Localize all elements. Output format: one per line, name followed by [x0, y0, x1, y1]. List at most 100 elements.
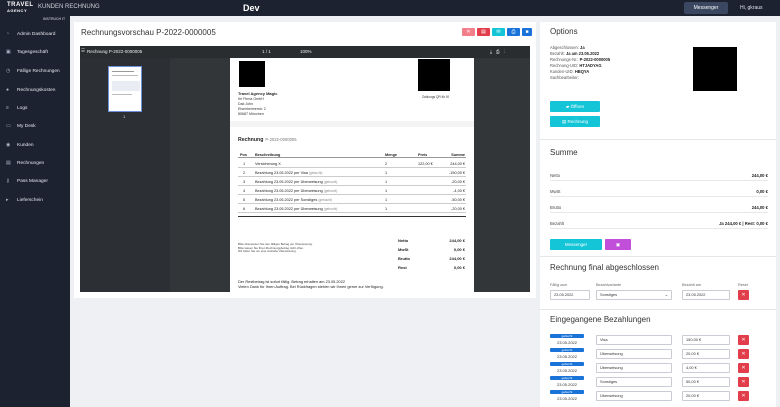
sidebar-item-tagesgeschaeft[interactable]: ▣ Tagesgeschäft: [0, 45, 70, 59]
print-icon: ⎙: [511, 29, 516, 35]
delete-payment-button[interactable]: ✕: [738, 377, 749, 387]
total-netto: Netto 244,00 €: [398, 238, 465, 243]
payments-title: Eingegangene Bezahlungen: [550, 315, 651, 324]
pdf-button[interactable]: ▤: [477, 28, 490, 36]
delete-payment-button[interactable]: ✕: [738, 349, 749, 359]
invoice-document: Zahlungs QR für IK Travel Agency Magic I…: [230, 58, 474, 292]
delete-payment-button[interactable]: ✕: [738, 335, 749, 345]
invoice-button[interactable]: ▤ Rechnung: [550, 116, 600, 127]
total-rest: Rest 0,00 €: [398, 265, 465, 270]
reset-label: Reset: [738, 283, 748, 287]
payment-date: 23.05.2022: [556, 368, 578, 373]
address-line: Dak John: [238, 102, 254, 106]
sidebar-item-kunden[interactable]: ◉ Kunden: [0, 138, 70, 152]
payment-amount-field[interactable]: 20,00 €: [682, 349, 730, 359]
page-thumbnail[interactable]: [108, 66, 142, 112]
open-button[interactable]: ▰ Öffnen: [550, 101, 600, 112]
payment-method-field[interactable]: Überweisung: [596, 349, 672, 359]
variant-label: Bezahlvariante: [596, 283, 622, 287]
close-icon: ✕: [741, 393, 746, 399]
pdf-thumbnails: 1: [80, 58, 170, 292]
payment-amount-field[interactable]: 150,00 €: [682, 335, 730, 345]
sidebar-item-my-desk[interactable]: ▭ My Desk: [0, 119, 70, 133]
gauge-icon: ◔: [6, 30, 10, 37]
status-badge: gebucht: [550, 390, 584, 394]
delete-payment-button[interactable]: ✕: [738, 391, 749, 401]
close-icon: ✕: [741, 292, 746, 298]
close-icon: ✕: [741, 351, 746, 357]
address-line: 80687 München: [238, 112, 264, 116]
paid-date-label: Bezahlt am: [682, 283, 701, 287]
payment-method-field[interactable]: Visa: [596, 335, 672, 345]
sidebar-item-admin-dashboard[interactable]: ◔ Admin Dashboard: [0, 27, 70, 41]
options-title: Options: [550, 27, 578, 36]
payment-variant-select[interactable]: Sonstiges ⌄: [596, 290, 672, 300]
items-table-header: Pos Beschreibung Menge Preis Summe: [238, 153, 466, 158]
save-button[interactable]: ■: [522, 28, 532, 36]
close-icon: ✕: [741, 337, 746, 343]
payment-amount-field[interactable]: 4,00 €: [682, 363, 730, 373]
print-icon[interactable]: ⎙: [496, 49, 504, 54]
print-button[interactable]: ⎙: [507, 28, 520, 36]
reset-button[interactable]: ✕: [738, 290, 749, 300]
messenger-button[interactable]: Messenger: [550, 239, 602, 250]
payment-method-field[interactable]: Überweisung: [596, 391, 672, 401]
truck-icon: ▸: [6, 196, 9, 203]
sidebar-item-lieferschein[interactable]: ▸ Lieferschein: [0, 193, 70, 207]
sidebar-item-rechnungskosten[interactable]: ● Rechnungskosten: [0, 83, 70, 97]
delete-button[interactable]: ✕: [462, 28, 475, 36]
list-icon: ≡: [6, 104, 9, 111]
save-icon: ■: [525, 29, 529, 35]
payment-amount-field[interactable]: 20,00 €: [682, 391, 730, 401]
info-closed: Abgeschlossen: Ja: [550, 45, 585, 50]
pdf-viewer[interactable]: ☰ Rechnung P-2022-0000005 1 / 1 100% ⤓⎙⋮…: [80, 46, 530, 292]
sidebar-sublabel: INSTRUCH IT: [43, 17, 66, 21]
sum-mwst: MwSt 0,00 €: [550, 188, 768, 197]
table-row: 1 Versicherung X 2 122,00 €244,00 €: [238, 160, 466, 168]
info-clerk: Sachbearbeiter:: [550, 75, 579, 80]
payment-method-field[interactable]: Sonstiges: [596, 377, 672, 387]
options-panel: Options Abgeschlossen: Ja Bezahlt: Ja am…: [540, 22, 776, 407]
sidebar-item-faellige-rechnungen[interactable]: ◷ Fällige Rechnungen: [0, 64, 70, 78]
mail-icon: ✉: [496, 29, 501, 35]
chevron-down-icon: ⌄: [664, 292, 668, 297]
pdf-filename: Rechnung P-2022-0000005: [87, 49, 143, 54]
status-badge: gebucht: [550, 334, 584, 338]
due-label: Fällig zum: [550, 283, 568, 287]
mail-button[interactable]: ✉: [492, 28, 505, 36]
status-badge: gebucht: [550, 376, 584, 380]
sidebar-item-logs[interactable]: ≡ Logs: [0, 101, 70, 115]
user-greeting[interactable]: Hi, gkraus: [740, 5, 763, 11]
info-customer-uid: Kunden-UID: HBQYA: [550, 69, 590, 74]
payment-date: 23.05.2022: [556, 340, 578, 345]
page-title: Rechnungsvorschau P-2022-0000005: [81, 28, 216, 37]
table-row: 3 Bezahlung 23.05.2022 per Überweisung (g…: [238, 178, 466, 186]
qr-code: [693, 47, 737, 91]
sidebar-item-rechnungen[interactable]: ▤ Rechnungen: [0, 156, 70, 170]
info-invoice-uid: Rechnung-UID: HTJADYAG: [550, 63, 602, 68]
due-date-field[interactable]: 23.05.2022: [550, 290, 590, 300]
payment-method-field[interactable]: Überweisung: [596, 363, 672, 373]
payment-amount-field[interactable]: 50,00 €: [682, 377, 730, 387]
delete-payment-button[interactable]: ✕: [738, 363, 749, 373]
table-row: 6 Bezahlung 23.05.2022 per Überweisung (g…: [238, 205, 466, 213]
close-icon: ✕: [741, 379, 746, 385]
thanks-note: Vielen Dank für Ihren Auftrag. Bei Rückf…: [238, 284, 384, 289]
clock-icon: ◷: [6, 67, 11, 74]
sidebar-item-pass-manager[interactable]: ⚷ Pass Manager: [0, 174, 70, 188]
messenger-button[interactable]: Messenger: [684, 2, 728, 14]
payment-date: 23.05.2022: [556, 382, 578, 387]
app-logo[interactable]: TRAVEL AGENCY: [7, 2, 34, 14]
more-icon[interactable]: ⋮: [504, 49, 509, 54]
pdf-page-indicator[interactable]: 1 / 1: [262, 49, 271, 54]
summe-title: Summe: [550, 148, 578, 157]
paid-date-field[interactable]: 23.05.2022: [682, 290, 730, 300]
payment-qr-code: [418, 59, 450, 91]
app-title: KUNDEN RECHNUNG: [38, 4, 100, 10]
pdf-zoom-level[interactable]: 100%: [300, 49, 312, 54]
attach-button[interactable]: ▣: [605, 239, 631, 250]
thumbnail-number: 1: [123, 114, 126, 119]
invoice-preview-panel: Rechnungsvorschau P-2022-0000005 ✕ ▤ ✉ ⎙…: [74, 22, 536, 298]
status-badge: gebucht: [550, 348, 584, 352]
menu-icon[interactable]: ☰: [81, 48, 85, 54]
